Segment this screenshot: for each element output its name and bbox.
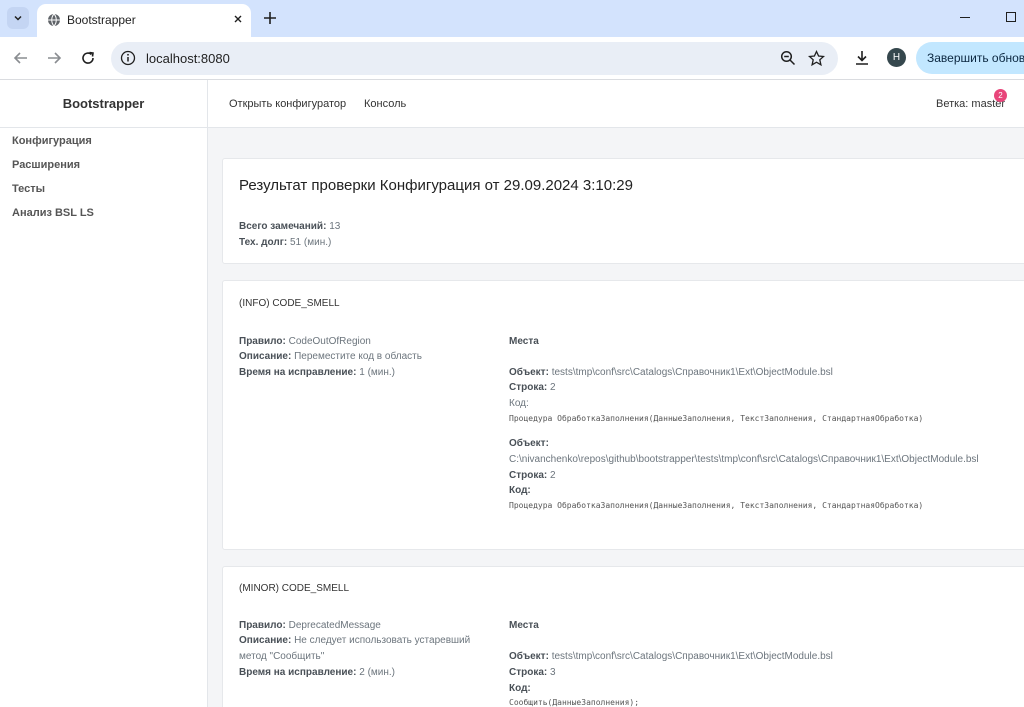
issue-rule: Правило: DeprecatedMessage (239, 620, 381, 631)
brand-title[interactable]: Bootstrapper (0, 80, 207, 128)
sidebar-item-bsl-ls-analysis[interactable]: Анализ BSL LS (12, 207, 94, 219)
open-configurator-link[interactable]: Открыть конфигуратор (229, 98, 346, 110)
profile-avatar[interactable]: H (887, 48, 906, 67)
summary-card: Результат проверки Конфигурация от 29.09… (222, 158, 1024, 264)
bookmark-star-icon[interactable] (808, 50, 825, 67)
chevron-down-icon (13, 13, 23, 23)
sidebar-item-tests[interactable]: Тесты (12, 183, 45, 195)
issue-card: (MINOR) CODE_SMELL Правило: DeprecatedMe… (222, 566, 1024, 707)
sidebar: Bootstrapper Конфигурация Расширения Тес… (0, 80, 208, 707)
place-object: Объект: tests\tmp\conf\src\Catalogs\Спра… (509, 367, 833, 378)
top-navbar: Открыть конфигуратор Консоль Ветка: mast… (208, 80, 1024, 128)
back-arrow-icon[interactable] (12, 49, 30, 67)
place-code-label: Код: (509, 398, 529, 409)
issue-description: Описание: Не следует использовать устаре… (239, 635, 471, 646)
url-text[interactable]: localhost:8080 (146, 51, 230, 66)
branch-badge: 2 (994, 89, 1007, 102)
place-code: Процедура ОбработкаЗаполнения(ДанныеЗапо… (509, 501, 924, 510)
issue-description: Описание: Переместите код в область (239, 351, 422, 362)
main-content: Результат проверки Конфигурация от 29.09… (208, 128, 1024, 707)
site-info-icon[interactable] (120, 50, 136, 66)
forward-arrow-icon[interactable] (45, 49, 63, 67)
address-bar[interactable]: localhost:8080 (111, 42, 838, 75)
issue-title: (MINOR) CODE_SMELL (239, 583, 350, 594)
issue-description-cont: метод "Сообщить" (239, 651, 325, 662)
new-tab-plus-icon[interactable] (262, 10, 278, 26)
place-line: Строка: 2 (509, 382, 556, 393)
place-code: Сообщить(ДанныеЗаполнения); (509, 698, 640, 707)
place-object: C:\nivanchenko\repos\github\bootstrapper… (509, 454, 979, 465)
sidebar-item-configuration[interactable]: Конфигурация (12, 135, 92, 147)
place-code-label: Код: (509, 683, 531, 694)
place-line: Строка: 2 (509, 470, 556, 481)
tab-title: Bootstrapper (67, 13, 136, 27)
issue-fix-time: Время на исправление: 1 (мин.) (239, 367, 395, 378)
tab-search-button[interactable] (7, 7, 29, 29)
close-icon[interactable] (231, 12, 245, 26)
place-line: Строка: 3 (509, 667, 556, 678)
reload-icon[interactable] (79, 49, 97, 67)
issue-fix-time: Время на исправление: 2 (мин.) (239, 667, 395, 678)
places-heading: Места (509, 620, 539, 631)
place-code: Процедура ОбработкаЗаполнения(ДанныеЗапо… (509, 414, 924, 423)
browser-tab[interactable]: Bootstrapper (37, 4, 251, 37)
place-object-label: Объект: (509, 438, 549, 449)
globe-icon (47, 13, 61, 27)
maximize-window-icon[interactable] (1006, 12, 1016, 22)
place-object: Объект: tests\tmp\conf\src\Catalogs\Спра… (509, 651, 833, 662)
issue-title: (INFO) CODE_SMELL (239, 298, 340, 309)
places-heading: Места (509, 336, 539, 347)
tab-strip: Bootstrapper (0, 0, 1024, 37)
console-link[interactable]: Консоль (364, 98, 406, 110)
place-code-label: Код: (509, 485, 531, 496)
issue-card: (INFO) CODE_SMELL Правило: CodeOutOfRegi… (222, 280, 1024, 550)
zoom-icon[interactable] (780, 50, 796, 66)
finish-update-button[interactable]: Завершить обновление (916, 42, 1024, 74)
page-title: Результат проверки Конфигурация от 29.09… (239, 177, 633, 194)
minimize-window-icon[interactable] (960, 17, 970, 18)
issue-rule: Правило: CodeOutOfRegion (239, 336, 371, 347)
total-issues: Всего замечаний: 13 (239, 221, 341, 232)
app-page: Bootstrapper Конфигурация Расширения Тес… (0, 80, 1024, 707)
download-icon[interactable] (853, 49, 871, 67)
sidebar-item-extensions[interactable]: Расширения (12, 159, 80, 171)
tech-debt: Тех. долг: 51 (мин.) (239, 237, 332, 248)
browser-toolbar: localhost:8080 H Завершить обновление (0, 37, 1024, 80)
